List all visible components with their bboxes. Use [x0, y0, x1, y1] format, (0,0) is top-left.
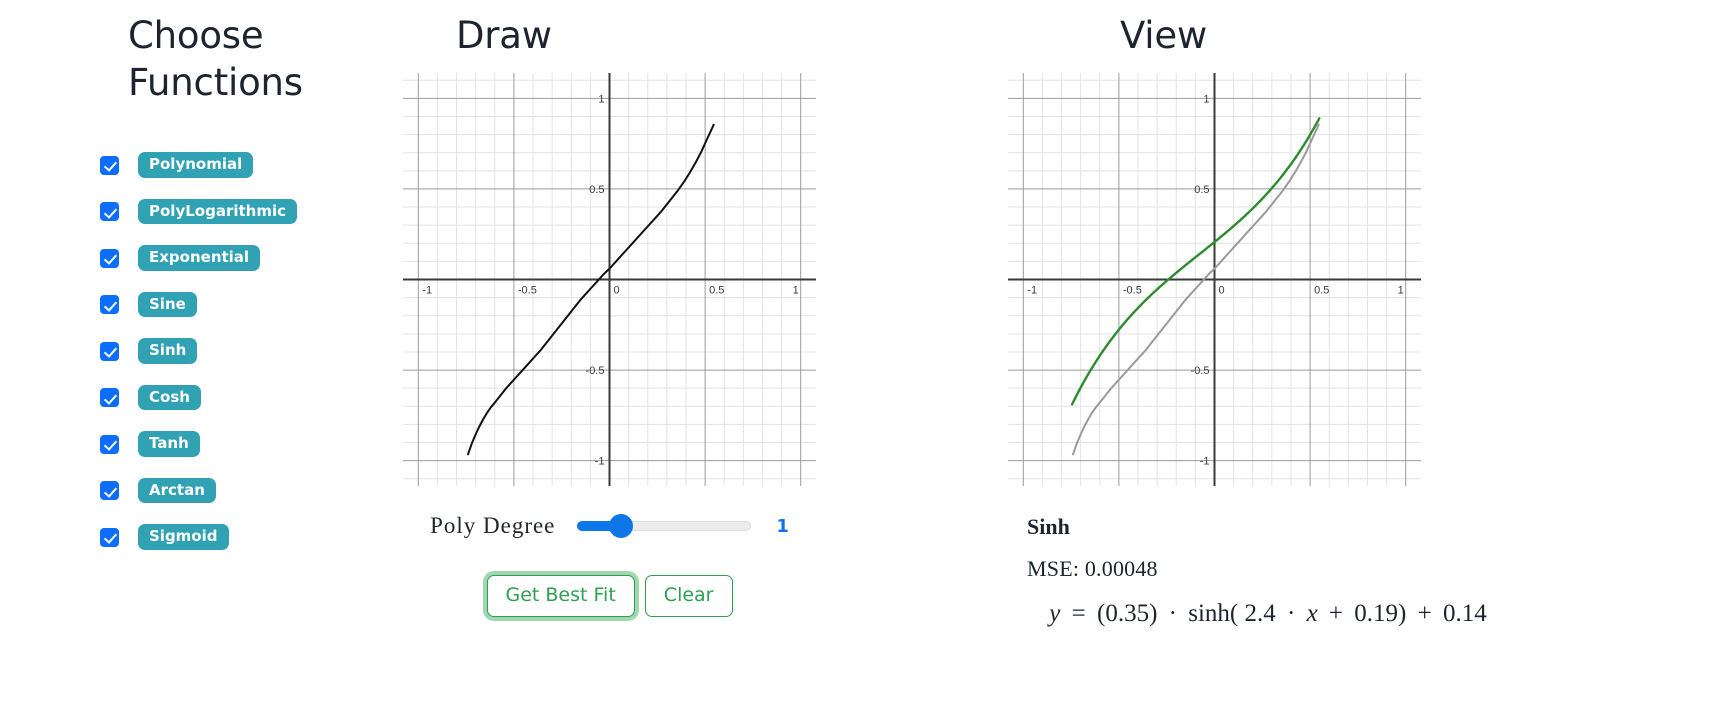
- poly-degree-slider[interactable]: [577, 514, 752, 538]
- svg-text:-1: -1: [422, 285, 432, 297]
- svg-text:-0.5: -0.5: [1191, 365, 1210, 377]
- equation-amplitude: (0.35): [1097, 600, 1158, 627]
- function-row-cosh: Cosh: [100, 383, 297, 413]
- svg-text:0: 0: [1219, 285, 1225, 297]
- svg-text:0: 0: [614, 285, 620, 297]
- equation-plus-2: +: [1417, 600, 1432, 627]
- checkbox-arctan[interactable]: [100, 481, 119, 500]
- app-root: Choose Functions Draw View Polynomial Pol…: [0, 0, 1714, 724]
- result-equation: y = (0.35) · sinh( 2.4 · x + 0.19) + 0.1…: [1008, 600, 1528, 628]
- poly-degree-value: 1: [776, 515, 789, 537]
- poly-degree-label: Poly Degree: [430, 513, 556, 538]
- equation-lhs: y: [1049, 600, 1061, 627]
- svg-text:-0.5: -0.5: [1123, 285, 1142, 297]
- function-row-arctan: Arctan: [100, 476, 297, 506]
- equation-variable: x: [1306, 600, 1318, 627]
- svg-text:1: 1: [1203, 93, 1209, 105]
- function-checkbox-list: Polynomial PolyLogarithmic Exponential Sine…: [100, 150, 297, 569]
- badge-arctan[interactable]: Arctan: [138, 477, 216, 504]
- equation-dot-2: ·: [1286, 600, 1296, 627]
- svg-text:-1: -1: [595, 456, 605, 468]
- badge-polynomial[interactable]: Polynomial: [138, 152, 254, 178]
- equation-offset: 0.14: [1442, 600, 1487, 627]
- clear-button[interactable]: Clear: [644, 574, 733, 618]
- svg-text:1: 1: [793, 285, 799, 297]
- equation-phase: 0.19): [1354, 600, 1407, 627]
- svg-text:0.5: 0.5: [589, 184, 604, 196]
- function-row-tanh: Tanh: [100, 429, 297, 459]
- badge-exponential[interactable]: Exponential: [138, 245, 261, 271]
- equation-frequency: 2.4: [1244, 600, 1276, 627]
- draw-heading: Draw: [456, 14, 552, 57]
- checkbox-sine[interactable]: [100, 295, 119, 314]
- svg-text:-0.5: -0.5: [586, 365, 605, 377]
- function-row-exponential: Exponential: [100, 243, 297, 273]
- slider-thumb[interactable]: [609, 514, 634, 538]
- view-heading: View: [1120, 14, 1208, 57]
- badge-sinh[interactable]: Sinh: [138, 338, 198, 364]
- checkbox-polynomial[interactable]: [100, 155, 119, 175]
- checkbox-exponential[interactable]: [100, 248, 119, 268]
- function-row-polylogarithmic: PolyLogarithmic: [100, 197, 297, 227]
- checkbox-polylogarithmic[interactable]: [100, 202, 119, 221]
- equation-dot-1: ·: [1168, 600, 1177, 627]
- svg-text:-1: -1: [1027, 285, 1037, 297]
- svg-text:-1: -1: [1200, 456, 1210, 468]
- svg-text:1: 1: [598, 93, 604, 105]
- draw-canvas[interactable]: -1 -0.5 0 0.5 1 -1 -0.5 0.5 1: [403, 73, 816, 486]
- get-best-fit-button[interactable]: Get Best Fit: [486, 574, 635, 618]
- svg-text:-0.5: -0.5: [518, 285, 537, 297]
- equation-plus-1: +: [1328, 600, 1344, 627]
- checkbox-cosh[interactable]: [100, 388, 119, 407]
- badge-sine[interactable]: Sine: [138, 291, 197, 318]
- equation-function: sinh(: [1188, 600, 1239, 627]
- function-row-sigmoid: Sigmoid: [100, 522, 297, 552]
- function-row-sinh: Sinh: [100, 336, 297, 366]
- checkbox-tanh[interactable]: [100, 434, 119, 454]
- action-button-row: Get Best Fit Clear: [403, 568, 816, 624]
- choose-functions-heading: Choose Functions: [128, 14, 303, 105]
- svg-text:0.5: 0.5: [1194, 184, 1209, 196]
- checkbox-sinh[interactable]: [100, 341, 119, 361]
- function-row-sine: Sine: [100, 290, 297, 320]
- svg-text:1: 1: [1398, 285, 1404, 297]
- result-function-name: Sinh: [1027, 514, 1070, 539]
- poly-degree-row: Poly Degree 1: [403, 508, 816, 544]
- function-row-polynomial: Polynomial: [100, 150, 297, 180]
- svg-text:0.5: 0.5: [709, 285, 724, 297]
- badge-polylogarithmic[interactable]: PolyLogarithmic: [138, 198, 297, 225]
- view-canvas: -1 -0.5 0 0.5 1 -1 -0.5 0.5 1: [1008, 73, 1421, 486]
- result-mse: MSE: 0.00048: [1027, 556, 1158, 581]
- badge-tanh[interactable]: Tanh: [138, 431, 200, 457]
- equation-equals: =: [1071, 600, 1086, 627]
- checkbox-sigmoid[interactable]: [100, 527, 119, 547]
- badge-cosh[interactable]: Cosh: [138, 384, 201, 411]
- svg-text:0.5: 0.5: [1314, 285, 1329, 297]
- badge-sigmoid[interactable]: Sigmoid: [138, 524, 229, 550]
